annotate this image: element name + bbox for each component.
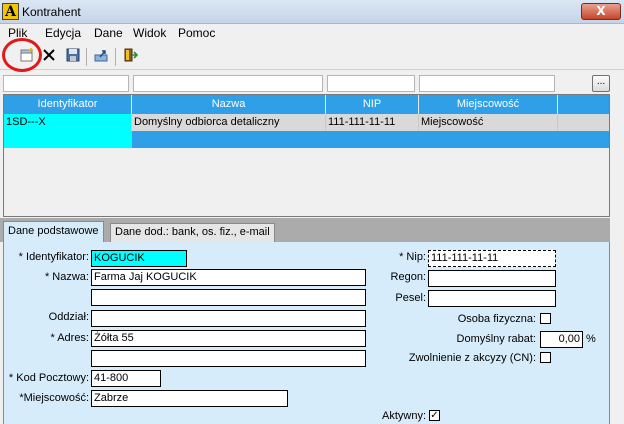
save-icon[interactable] — [63, 47, 83, 67]
app-logo-icon: A — [2, 3, 19, 20]
cell-empty — [4, 131, 132, 148]
filter-nip-input[interactable] — [327, 75, 415, 92]
more-filters-button[interactable]: ... — [592, 75, 610, 92]
table-row-empty-selected[interactable] — [4, 131, 609, 148]
osoba-fizyczna-checkbox[interactable] — [540, 313, 551, 324]
column-header-miejscowosc[interactable]: Miejscowość — [419, 95, 558, 114]
aktywny-checkbox[interactable]: ✓ — [429, 410, 440, 421]
zwolnienie-akcyza-checkbox[interactable] — [540, 352, 551, 363]
oddzial-field[interactable] — [91, 310, 366, 327]
adres-field[interactable]: Żółta 55 — [91, 330, 366, 347]
nazwa-label: * Nazwa: — [44, 271, 89, 283]
cell-identyfikator: 1SD---X — [4, 114, 132, 131]
column-header-nazwa[interactable]: Nazwa — [132, 95, 326, 114]
miejscowosc-label: *Miejscowość: — [19, 392, 89, 404]
menu-dane[interactable]: Dane — [92, 26, 125, 40]
miejscowosc-field[interactable]: Zabrze — [91, 390, 288, 407]
domyslny-rabat-field[interactable]: 0,00 — [540, 331, 583, 348]
identyfikator-label: * Identyfikator: — [18, 251, 89, 263]
regon-label: Regon: — [390, 271, 426, 283]
delete-icon[interactable] — [39, 47, 59, 67]
grid-header: Identyfikator Nazwa NIP Miejscowość — [4, 95, 609, 114]
nip-field[interactable]: 111-111-11-11 — [428, 250, 556, 267]
title-bar: A Kontrahent X — [0, 0, 624, 24]
cell-nazwa: Domyślny odbiorca detaliczny — [132, 114, 326, 131]
filter-miejscowosc-input[interactable] — [419, 75, 555, 92]
oddzial-label: Oddział: — [48, 311, 89, 323]
nazwa-field[interactable]: Farma Jaj KOGUCIK — [91, 269, 366, 286]
column-header-nip[interactable]: NIP — [326, 95, 419, 114]
tab-dane-podstawowe[interactable]: Dane podstawowe — [3, 221, 104, 242]
menu-bar: Plik Edycja Dane Widok Pomoc — [0, 24, 624, 43]
nazwa2-field[interactable] — [91, 289, 366, 306]
pesel-field[interactable] — [428, 290, 556, 307]
form-panel: * Identyfikator: KOGUCIK * Nazwa: Farma … — [3, 242, 610, 424]
toolbar-separator — [115, 48, 116, 66]
window-title: Kontrahent — [22, 5, 81, 19]
close-button[interactable]: X — [581, 3, 621, 20]
nip-label: * Nip: — [399, 251, 426, 263]
highlight-circle — [2, 38, 42, 72]
percent-unit: % — [586, 333, 596, 345]
contractors-grid: Identyfikator Nazwa NIP Miejscowość 1SD-… — [3, 94, 610, 217]
export-icon[interactable] — [91, 47, 111, 67]
right-edge — [610, 70, 624, 424]
zwolnienie-akcyza-label: Zwolnienie z akcyzy (CN): — [408, 352, 536, 364]
adres2-field[interactable] — [91, 350, 366, 367]
cell-miejscowosc: Miejscowość — [419, 114, 558, 131]
adres-label: * Adres: — [50, 332, 89, 344]
cell-nip: 111-111-11-11 — [326, 114, 419, 131]
menu-widok[interactable]: Widok — [131, 26, 168, 40]
column-header-identyfikator[interactable]: Identyfikator — [4, 95, 132, 114]
kod-pocztowy-label: * Kod Pocztowy: — [8, 372, 89, 384]
menu-pomoc[interactable]: Pomoc — [176, 26, 217, 40]
tab-strip: Dane podstawowe Dane dod.: bank, os. fiz… — [0, 218, 610, 242]
osoba-fizyczna-label: Osoba fizyczna: — [457, 313, 536, 325]
filter-nazwa-input[interactable] — [133, 75, 323, 92]
identyfikator-field[interactable]: KOGUCIK — [91, 250, 187, 267]
domyslny-rabat-label: Domyślny rabat: — [456, 333, 536, 345]
kod-pocztowy-field[interactable]: 41-800 — [91, 370, 161, 387]
toolbar — [0, 43, 624, 70]
toolbar-separator — [86, 48, 87, 66]
tab-dane-dodatkowe[interactable]: Dane dod.: bank, os. fiz., e-mail — [110, 223, 275, 242]
pesel-label: Pesel: — [395, 292, 426, 304]
exit-icon[interactable] — [120, 47, 140, 67]
menu-edycja[interactable]: Edycja — [43, 26, 83, 40]
regon-field[interactable] — [428, 270, 556, 287]
aktywny-label: Aktywny: — [381, 410, 426, 422]
filter-identyfikator-input[interactable] — [3, 75, 129, 92]
table-row[interactable]: 1SD---X Domyślny odbiorca detaliczny 111… — [4, 114, 609, 131]
